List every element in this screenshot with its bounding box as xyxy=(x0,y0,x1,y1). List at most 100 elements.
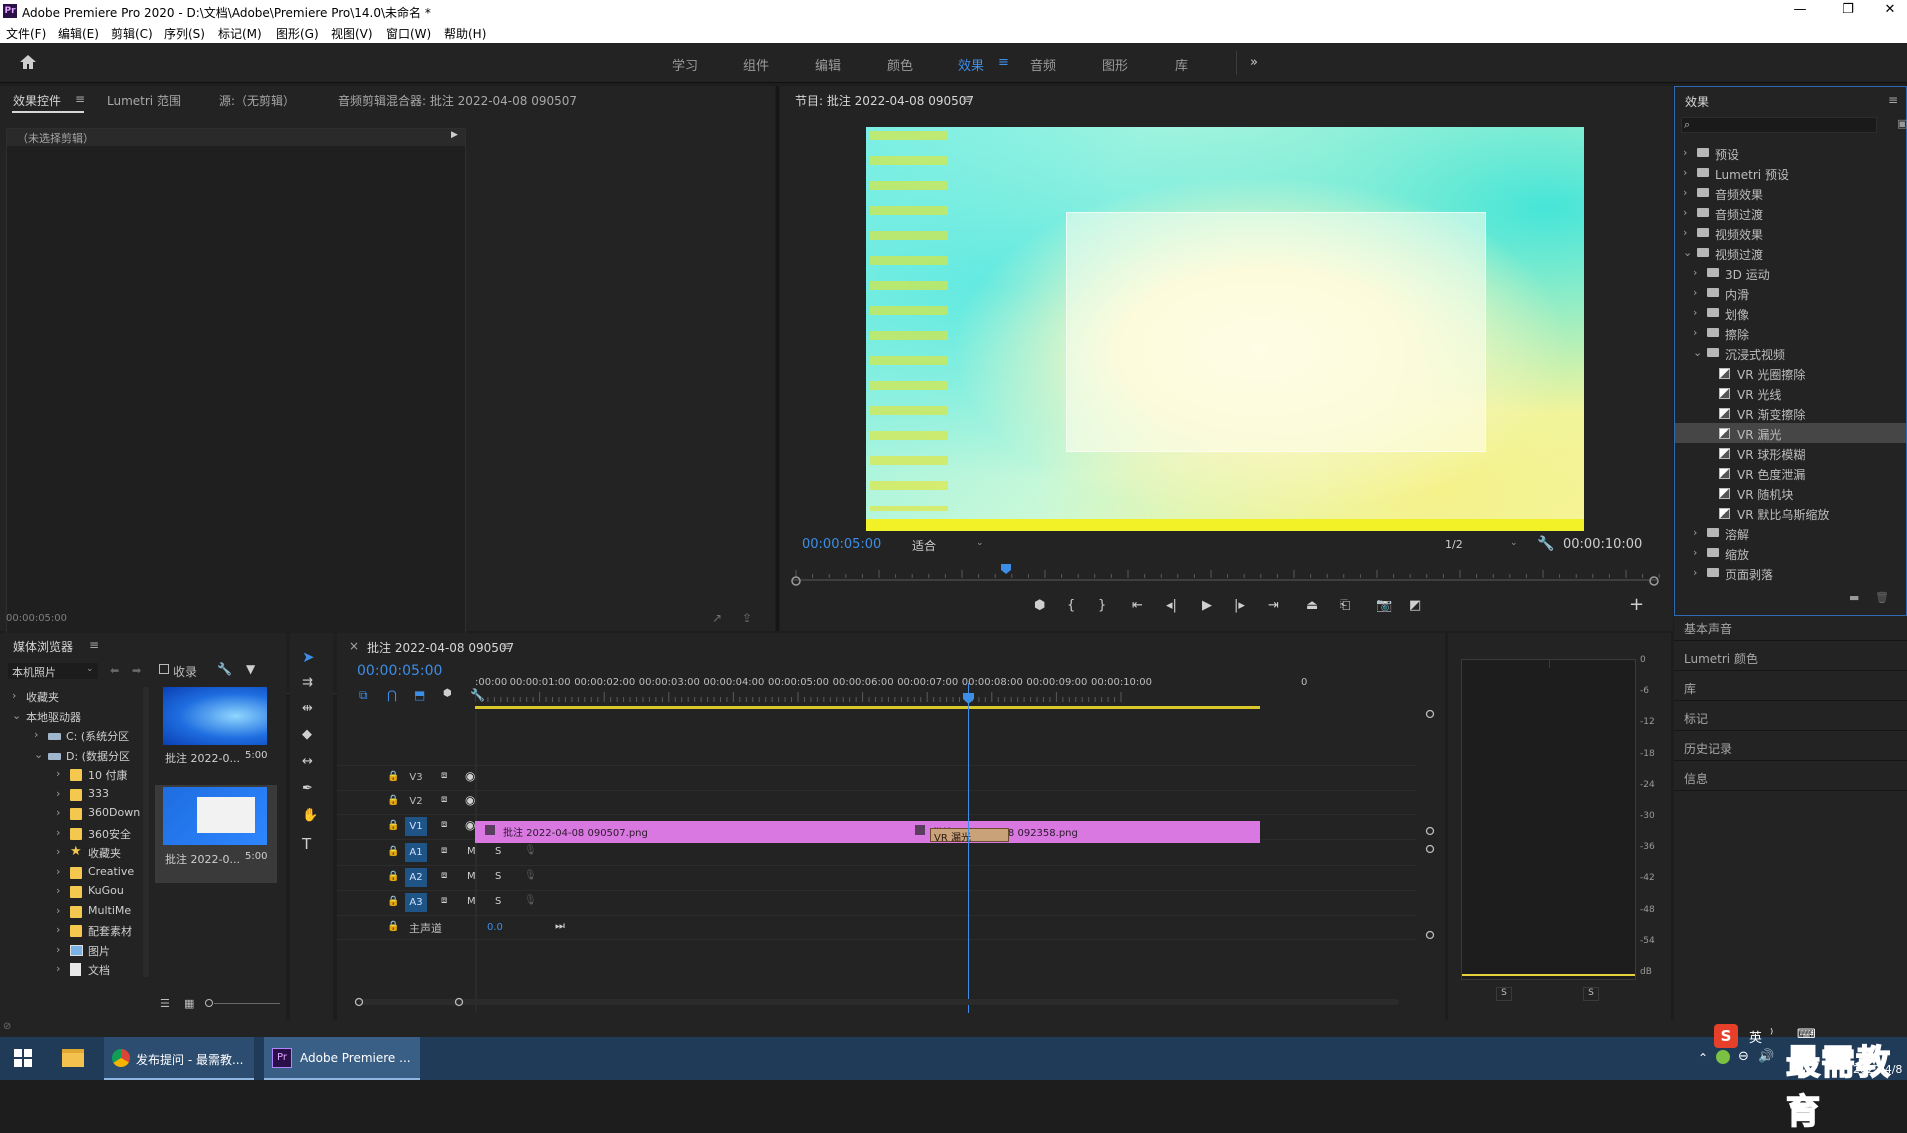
solo-right-button[interactable]: S xyxy=(1583,987,1599,1001)
media-tree-item[interactable]: › 配套素材 xyxy=(0,921,145,940)
media-tree-item[interactable]: › 10 付康 xyxy=(0,765,145,784)
transition-category[interactable]: › 内滑 xyxy=(1675,283,1906,303)
effect-item[interactable]: VR 随机块 xyxy=(1675,483,1906,503)
chevron-right-icon[interactable]: › xyxy=(56,884,68,897)
extract-icon[interactable]: ⎗ xyxy=(1340,598,1350,613)
chevron-down-icon[interactable]: ⌄ xyxy=(12,709,24,722)
thumbnail-item[interactable]: 批注 2022-0... 5:00 xyxy=(155,687,277,785)
tray-expand-icon[interactable]: ⌃ xyxy=(1698,1051,1708,1065)
mute-button[interactable]: M xyxy=(467,846,476,857)
program-menu-icon[interactable]: ≡ xyxy=(962,92,972,106)
selection-tool-icon[interactable]: ➤ xyxy=(302,648,315,666)
panel-libraries[interactable]: 库 xyxy=(1684,680,1696,697)
delete-icon[interactable]: 🗑 xyxy=(1875,591,1889,604)
mute-button[interactable]: M xyxy=(467,896,476,907)
chevron-right-icon[interactable]: › xyxy=(1693,306,1705,319)
media-tree-item[interactable]: › 文档 xyxy=(0,960,145,977)
tab-media-browser[interactable]: 媒体浏览器 xyxy=(13,638,73,655)
chevron-right-icon[interactable]: › xyxy=(1693,326,1705,339)
zoom-slider-handle[interactable] xyxy=(205,999,213,1007)
play-icon[interactable]: ▶ xyxy=(1202,598,1212,613)
minimize-button[interactable]: — xyxy=(1780,2,1820,17)
security-tray-icon[interactable] xyxy=(1716,1050,1730,1064)
track-target-v1[interactable]: V1 xyxy=(405,817,427,836)
fit-chevron-icon[interactable]: ⌄ xyxy=(976,538,984,548)
effect-item[interactable]: VR 光线 xyxy=(1675,383,1906,403)
microphone-icon[interactable]: 🎙 xyxy=(524,895,537,906)
go-to-out-icon[interactable]: ⇥ xyxy=(1268,598,1279,613)
chevron-right-icon[interactable]: › xyxy=(56,826,68,839)
workspace-overflow-icon[interactable]: » xyxy=(1250,55,1258,70)
menu-window[interactable]: 窗口(W) xyxy=(386,25,431,42)
media-tree-item[interactable]: › ★ 收藏夹 xyxy=(0,843,145,862)
chevron-right-icon[interactable]: › xyxy=(1693,566,1705,579)
type-tool-icon[interactable]: T xyxy=(302,835,311,853)
track-target-a1[interactable]: A1 xyxy=(405,843,427,862)
chevron-right-icon[interactable]: › xyxy=(1693,286,1705,299)
effects-category[interactable]: › 预设 xyxy=(1675,143,1906,163)
forward-icon[interactable]: ➡ xyxy=(132,664,141,677)
chevron-right-icon[interactable]: › xyxy=(56,943,68,956)
media-tree-item[interactable]: › KuGou xyxy=(0,882,145,901)
chevron-right-icon[interactable]: › xyxy=(56,767,68,780)
effects-search-input[interactable]: ⌕ xyxy=(1681,117,1877,133)
track-target-a3[interactable]: A3 xyxy=(405,893,427,912)
chevron-right-icon[interactable]: › xyxy=(56,845,68,858)
settings-wrench-icon[interactable]: 🔧 xyxy=(217,662,232,676)
mark-in-icon[interactable]: { xyxy=(1067,598,1075,613)
workspace-color[interactable]: 颜色 xyxy=(887,55,913,74)
chevron-right-icon[interactable]: › xyxy=(1683,166,1695,179)
lock-icon[interactable]: 🔒 xyxy=(387,820,399,831)
effect-item[interactable]: VR 光圈擦除 xyxy=(1675,363,1906,383)
sync-lock-icon[interactable]: ⧈ xyxy=(441,895,447,906)
tab-effect-controls[interactable]: 效果控件 xyxy=(13,92,61,109)
clip-video-v1[interactable]: 批注 2022-04-08 090507.png 批注 2022-04-08 0… xyxy=(475,821,1260,843)
transition-category[interactable]: › 3D 运动 xyxy=(1675,263,1906,283)
go-to-end-icon[interactable]: ⏭ xyxy=(555,919,565,933)
menu-view[interactable]: 视图(V) xyxy=(331,25,373,42)
taskbar-app-chrome[interactable]: 发布提问 - 最需教... xyxy=(104,1037,254,1080)
menu-sequence[interactable]: 序列(S) xyxy=(164,25,205,42)
workspace-menu-icon[interactable]: ≡ xyxy=(998,55,1009,70)
filter-icon[interactable]: ▼ xyxy=(246,662,255,676)
maximize-button[interactable]: ❐ xyxy=(1828,2,1868,17)
slip-tool-icon[interactable]: ↔ xyxy=(302,754,313,769)
effect-item[interactable]: VR 球形模糊 xyxy=(1675,443,1906,463)
ime-punctuation-icon[interactable]: ⁾ xyxy=(1770,1027,1773,1042)
windows-start-icon[interactable] xyxy=(14,1049,32,1067)
chevron-down-icon[interactable]: ⌄ xyxy=(34,748,46,761)
ime-language[interactable]: 英 xyxy=(1749,1027,1762,1046)
thumbnail-item-selected[interactable]: 批注 2022-0... 5:00 xyxy=(155,785,277,883)
tab-audio-clip-mixer[interactable]: 音频剪辑混合器: 批注 2022-04-08 090507 xyxy=(338,92,577,109)
expand-triangle-icon[interactable]: ▶ xyxy=(451,130,458,140)
lock-icon[interactable]: 🔒 xyxy=(387,871,399,882)
chevron-right-icon[interactable]: › xyxy=(1683,186,1695,199)
chevron-right-icon[interactable]: › xyxy=(56,962,68,975)
panel-info[interactable]: 信息 xyxy=(1684,770,1708,787)
track-target-a2[interactable]: A2 xyxy=(405,868,427,887)
lock-icon[interactable]: 🔒 xyxy=(387,795,399,806)
lock-icon[interactable]: 🔒 xyxy=(387,896,399,907)
effect-controls-menu-icon[interactable]: ≡ xyxy=(75,92,85,106)
media-tree-item[interactable]: › 333 xyxy=(0,785,145,804)
chevron-right-icon[interactable]: › xyxy=(12,689,24,702)
chevron-right-icon[interactable]: › xyxy=(1693,526,1705,539)
razor-tool-icon[interactable]: ◆ xyxy=(302,727,312,742)
playhead-line[interactable] xyxy=(968,683,969,1013)
go-to-in-icon[interactable]: ⇤ xyxy=(1132,598,1143,613)
sogou-ime-icon[interactable]: S xyxy=(1714,1024,1738,1048)
menu-help[interactable]: 帮助(H) xyxy=(444,25,486,42)
master-volume-value[interactable]: 0.0 xyxy=(487,922,503,933)
eye-icon[interactable]: ◉ xyxy=(465,793,475,807)
solo-button[interactable]: S xyxy=(495,896,501,907)
menu-edit[interactable]: 编辑(E) xyxy=(58,25,99,42)
network-tray-icon[interactable]: ⊖ xyxy=(1738,1049,1749,1064)
transition-category[interactable]: › 擦除 xyxy=(1675,323,1906,343)
transition-category[interactable]: ⌄ 沉浸式视频 xyxy=(1675,343,1906,363)
fit-dropdown[interactable]: 适合 xyxy=(912,537,936,554)
transition-category[interactable]: › 页面剥落 xyxy=(1675,563,1906,583)
effects-category[interactable]: ⌄ 视频过渡 xyxy=(1675,243,1906,263)
sync-lock-icon[interactable]: ⧈ xyxy=(441,845,447,856)
chevron-right-icon[interactable]: › xyxy=(1693,546,1705,559)
effects-category[interactable]: › 音频效果 xyxy=(1675,183,1906,203)
